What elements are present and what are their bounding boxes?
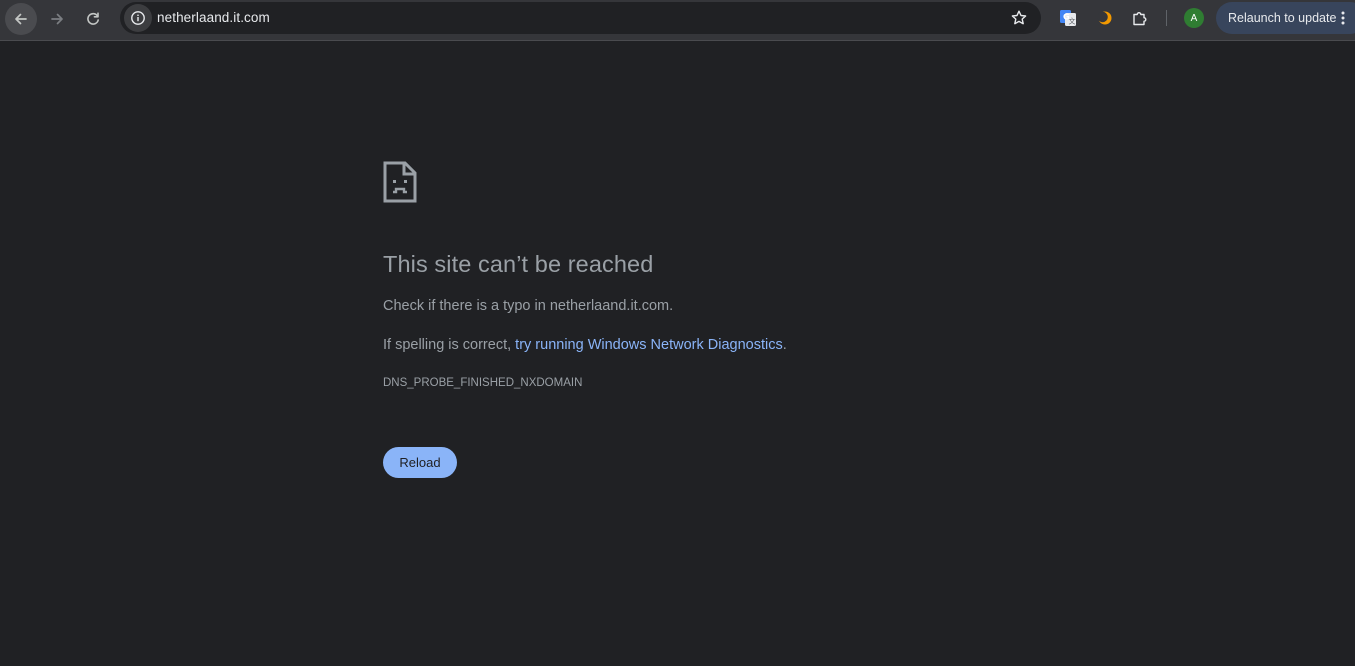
google-translate-icon: G 文 <box>1060 10 1076 26</box>
svg-text:文: 文 <box>1069 17 1076 26</box>
kebab-menu-icon <box>1341 11 1345 25</box>
profile-avatar-button[interactable]: A <box>1184 8 1204 28</box>
error-title: This site can’t be reached <box>383 251 654 277</box>
site-info-button[interactable] <box>124 4 152 32</box>
back-button[interactable] <box>5 3 37 35</box>
spelling-message: If spelling is correct, try running Wind… <box>383 337 787 353</box>
sad-page-icon <box>383 161 417 203</box>
network-diagnostics-link[interactable]: try running Windows Network Diagnostics <box>515 337 783 353</box>
puzzle-icon <box>1133 12 1147 26</box>
address-bar[interactable]: netherlaand.it.com <box>120 2 1041 34</box>
extensions-button[interactable] <box>1128 6 1152 30</box>
orange-crescent-icon <box>1097 11 1112 25</box>
star-icon <box>1011 10 1027 25</box>
bookmark-button[interactable] <box>1009 8 1029 28</box>
browser-toolbar: netherlaand.it.com G 文 A Relaunch to upd… <box>0 0 1355 41</box>
relaunch-label: Relaunch to update <box>1228 11 1337 25</box>
toolbar-separator <box>1166 10 1167 26</box>
reload-page-button[interactable]: Reload <box>383 447 457 478</box>
spelling-message-prefix: If spelling is correct, <box>383 337 516 353</box>
spelling-message-suffix: . <box>782 337 787 353</box>
translate-extension-button[interactable]: G 文 <box>1056 6 1080 30</box>
reload-button[interactable] <box>77 3 109 35</box>
arrow-left-icon <box>15 13 27 25</box>
url-text[interactable]: netherlaand.it.com <box>157 10 270 25</box>
error-code: DNS_PROBE_FINISHED_NXDOMAIN <box>383 377 583 389</box>
arrow-right-icon <box>51 13 63 25</box>
reload-icon <box>87 12 99 25</box>
relaunch-to-update-button[interactable]: Relaunch to update <box>1216 2 1355 34</box>
typo-message: Check if there is a typo in netherlaand.… <box>383 298 674 314</box>
info-icon <box>131 11 145 25</box>
forward-button[interactable] <box>41 3 73 35</box>
orange-extension-button[interactable] <box>1093 6 1117 30</box>
browser-menu-button[interactable] <box>1336 9 1350 27</box>
